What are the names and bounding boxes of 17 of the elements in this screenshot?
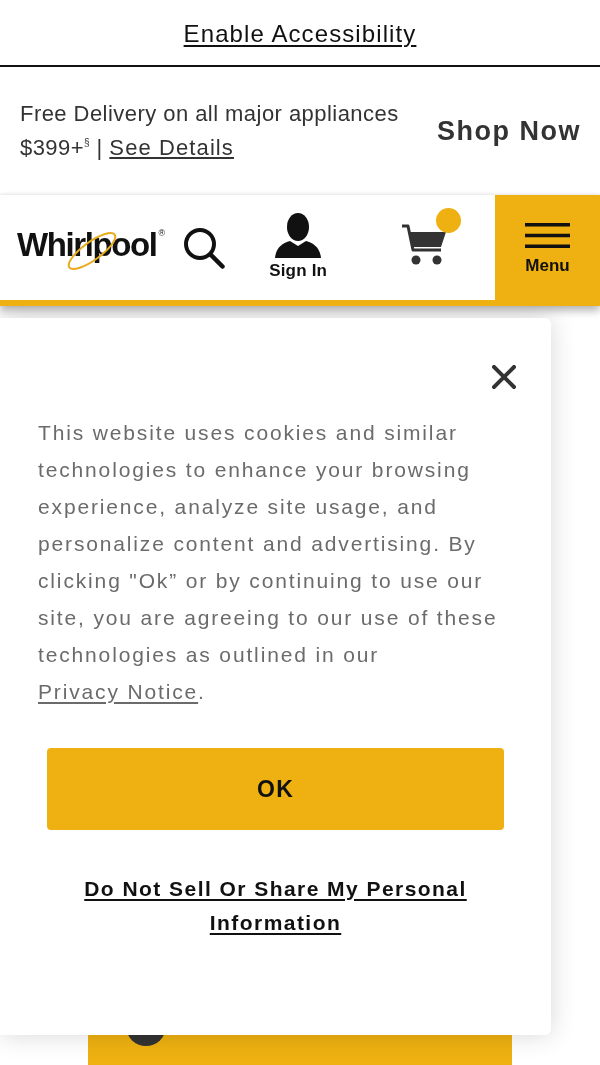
sign-in-button[interactable]: Sign In [261, 213, 336, 280]
user-icon [275, 213, 322, 258]
cart-button[interactable] [401, 207, 462, 266]
ok-button[interactable]: OK [47, 748, 504, 830]
accessibility-link[interactable]: Enable Accessibility [183, 20, 417, 48]
menu-icon [525, 222, 570, 248]
see-details-link[interactable]: See Details [109, 135, 234, 160]
privacy-notice-link[interactable]: Privacy Notice [38, 680, 199, 703]
do-not-sell-link[interactable]: Do Not Sell Or Share My Personal Information [62, 872, 489, 940]
close-icon [492, 365, 516, 389]
search-icon [183, 227, 226, 269]
cookie-notice-text: This website uses cookies and similar technologies to enhance your browsing experience, analyze site usage, and personalize content and advertising. By clicking "Ok” or by continuing to use our site, you are agreeing to our use of these technologies as outlined in our Privacy Notice. [38, 420, 499, 705]
menu-button[interactable]: Menu [495, 195, 600, 300]
search-button[interactable] [183, 227, 226, 269]
shop-now-link[interactable]: Shop Now [437, 115, 581, 147]
promo-text: Free Delivery on all major appliances $399+$^{§}$ | See Details [20, 100, 400, 162]
close-button[interactable] [492, 365, 516, 392]
